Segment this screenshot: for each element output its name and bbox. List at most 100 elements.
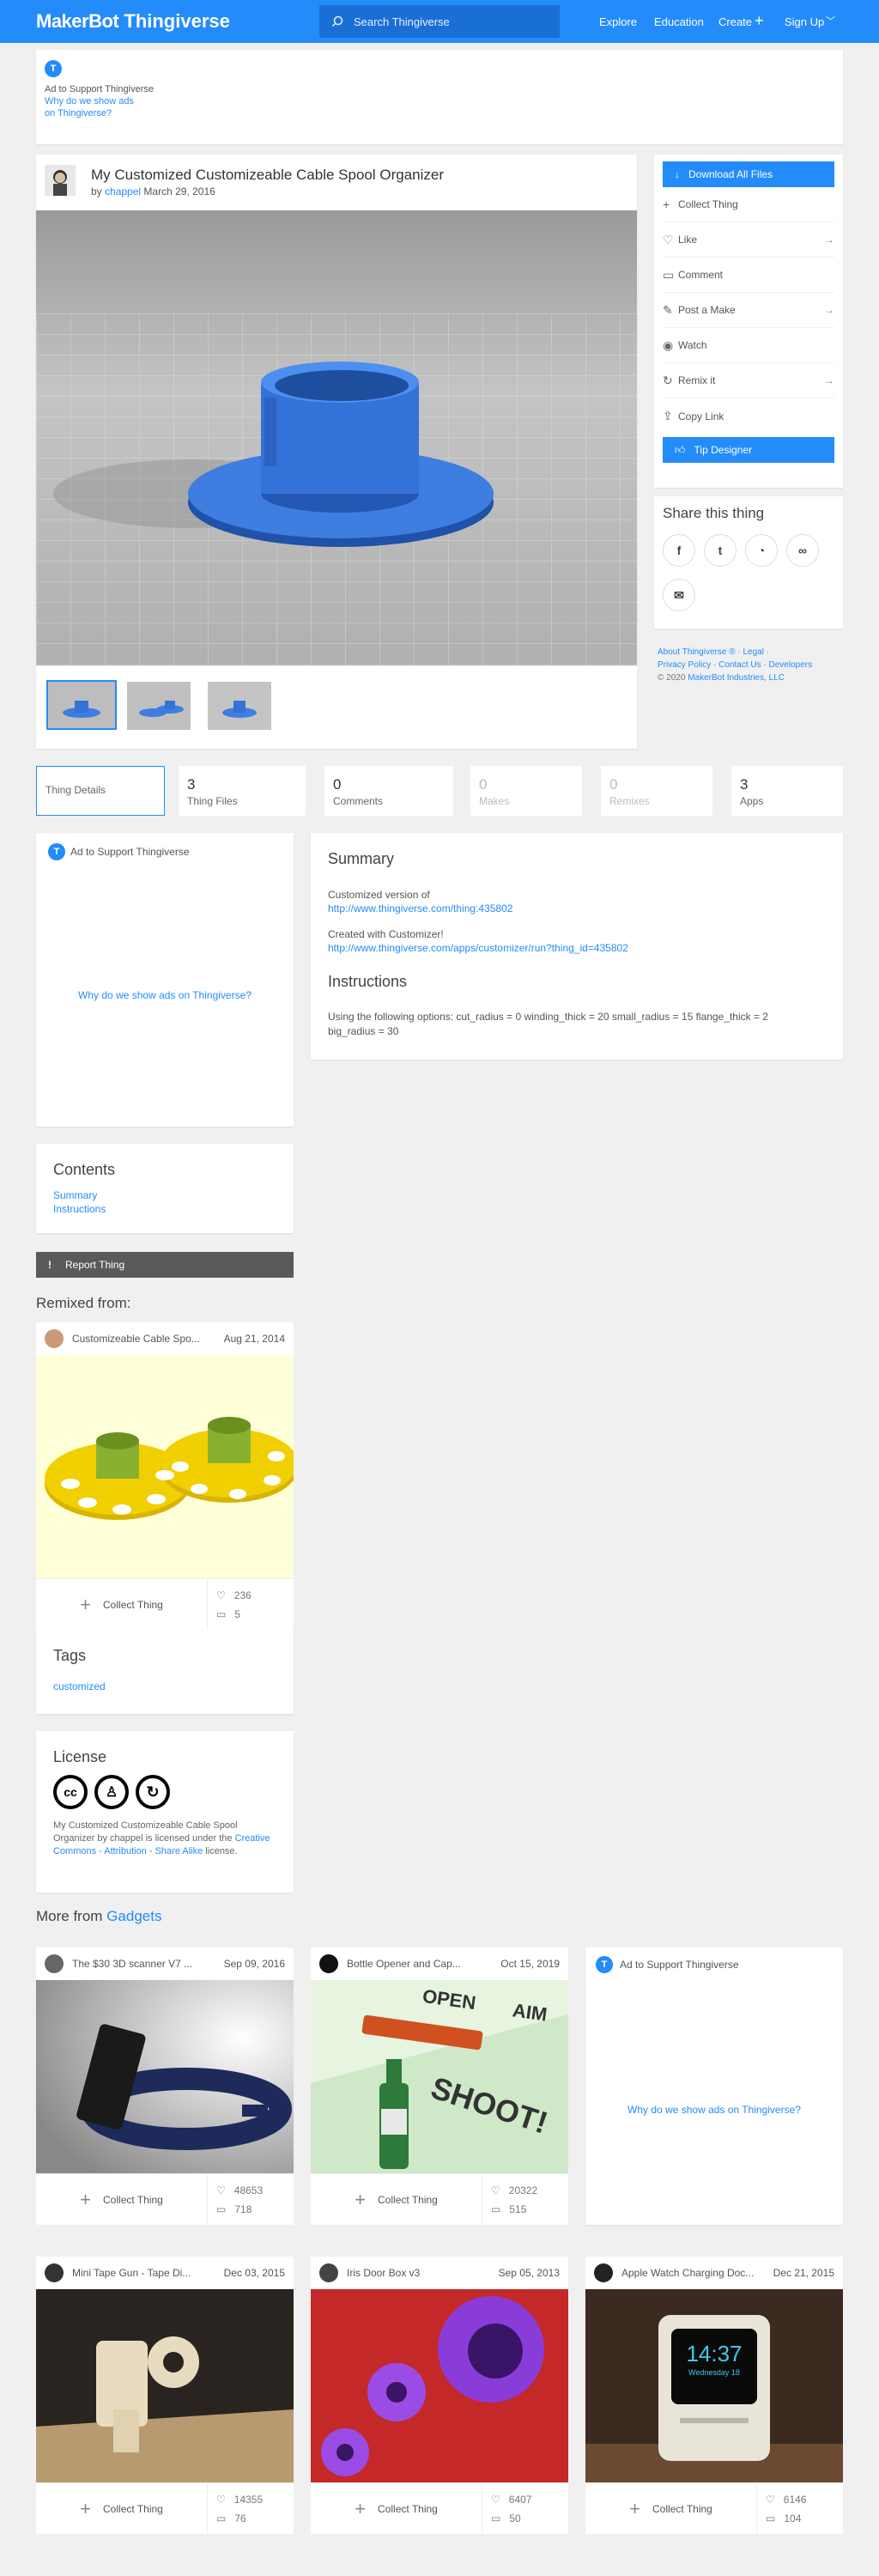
thing-main-image[interactable] xyxy=(36,210,637,665)
card-title[interactable]: Bottle Opener and Cap... xyxy=(347,1958,494,1970)
privacy-link[interactable]: Privacy Policy xyxy=(658,660,711,670)
card-image[interactable]: OPEN AIM SHOOT! xyxy=(311,1980,568,2173)
thing-card[interactable]: Iris Door Box v3 Sep 05, 2013 + Collect Th… xyxy=(311,2257,568,2534)
nav-create[interactable]: Create xyxy=(718,15,752,28)
collect-thing-button[interactable]: + Collect Thing xyxy=(36,2483,208,2534)
thumbnail-2[interactable] xyxy=(127,682,191,730)
ad-why-link[interactable]: Why do we show ads on Thingiverse? xyxy=(36,989,294,1001)
heart-icon[interactable]: ♡ xyxy=(491,2494,500,2506)
nav-explore[interactable]: Explore xyxy=(599,15,637,28)
thing-card[interactable]: Bottle Opener and Cap... Oct 15, 2019 OPE… xyxy=(311,1947,568,2225)
category-link[interactable]: Gadgets xyxy=(106,1908,161,1924)
creator-avatar[interactable] xyxy=(319,1954,338,1973)
card-title[interactable]: Apple Watch Charging Doc... xyxy=(621,2267,767,2279)
thing-card[interactable]: The $30 3D scanner V7 ... Sep 09, 2016 + C… xyxy=(36,1947,294,2225)
email-icon[interactable]: ✉ xyxy=(663,579,695,611)
plus-icon: + xyxy=(355,2497,367,2519)
collect-thing-button[interactable]: + Collect Thing xyxy=(585,2483,757,2534)
like-button[interactable]: ♡ Like → xyxy=(663,222,834,258)
post-make-button[interactable]: ✎ Post a Make → xyxy=(663,293,834,328)
comment-icon[interactable]: ▭ xyxy=(766,2512,775,2524)
nav-sign-up[interactable]: Sign Up xyxy=(785,15,824,28)
collect-thing-button[interactable]: + Collect Thing xyxy=(36,2174,208,2225)
remix-button[interactable]: ↻ Remix it → xyxy=(663,363,834,398)
tab-comments[interactable]: 0 Comments xyxy=(324,766,453,816)
link-icon[interactable]: ∞ xyxy=(786,534,819,567)
create-plus-icon[interactable]: + xyxy=(755,12,764,30)
summary-link-2[interactable]: http://www.thingiverse.com/apps/customiz… xyxy=(328,942,826,954)
watch-button[interactable]: ◉ Watch xyxy=(663,328,834,363)
developers-link[interactable]: Developers xyxy=(769,660,813,670)
nav-education[interactable]: Education xyxy=(654,15,704,28)
company-link[interactable]: MakerBot Industries, LLC xyxy=(688,673,785,683)
creator-avatar[interactable] xyxy=(45,2263,64,2282)
tab-makes[interactable]: 0 Makes xyxy=(470,766,582,816)
legal-link[interactable]: Legal xyxy=(743,647,763,657)
copy-link-button[interactable]: ⇪ Copy Link xyxy=(663,398,834,434)
comment-button[interactable]: ▭ Comment xyxy=(663,258,834,293)
contents-link-summary[interactable]: Summary xyxy=(53,1189,276,1201)
heart-icon[interactable]: ♡ xyxy=(766,2494,775,2506)
contact-link[interactable]: Contact Us xyxy=(718,660,761,670)
twitter-icon[interactable]: t xyxy=(704,534,737,567)
summary-link-1[interactable]: http://www.thingiverse.com/thing:435802 xyxy=(328,902,826,914)
thumbnail-3[interactable] xyxy=(208,682,271,730)
card-title[interactable]: Iris Door Box v3 xyxy=(347,2267,492,2279)
ad-why-link[interactable]: Why do we show ads on Thingiverse? xyxy=(585,2104,843,2116)
collect-thing-button[interactable]: + Collect Thing xyxy=(663,187,834,222)
about-link[interactable]: About Thingiverse ® xyxy=(658,647,736,657)
card-image[interactable] xyxy=(311,2289,568,2482)
heart-icon[interactable]: ♡ xyxy=(216,2494,226,2506)
tip-designer-button[interactable]: 👍︎ Tip Designer xyxy=(663,437,834,463)
comment-icon[interactable]: ▭ xyxy=(491,2203,500,2215)
attribution-icon[interactable]: ♙ xyxy=(94,1775,129,1809)
card-image[interactable] xyxy=(36,1980,294,2173)
author-avatar[interactable] xyxy=(45,165,76,196)
collect-thing-button[interactable]: + Collect Thing xyxy=(311,2483,482,2534)
thing-card[interactable]: Apple Watch Charging Doc... Dec 21, 2015 … xyxy=(585,2257,843,2534)
creator-avatar[interactable] xyxy=(319,2263,338,2282)
ad-why-link-2[interactable]: on Thingiverse? xyxy=(45,108,112,118)
heart-icon[interactable]: ♡ xyxy=(216,1589,226,1601)
contents-link-instructions[interactable]: Instructions xyxy=(53,1203,276,1215)
card-image[interactable]: 14:37 Wednesday 18 xyxy=(585,2289,843,2482)
card-image[interactable] xyxy=(36,2289,294,2482)
cc-icon[interactable]: cc xyxy=(53,1775,88,1809)
facebook-icon[interactable]: f xyxy=(663,534,695,567)
creator-avatar[interactable] xyxy=(594,2263,613,2282)
tab-remixes[interactable]: 0 Remixes xyxy=(601,766,712,816)
tab-thing-files[interactable]: 3 Thing Files xyxy=(179,766,306,816)
tab-apps[interactable]: 3 Apps xyxy=(731,766,843,816)
author-link[interactable]: chappel xyxy=(105,185,141,197)
comment-icon[interactable]: ▭ xyxy=(491,2512,500,2524)
card-title[interactable]: Customizeable Cable Spo... xyxy=(72,1333,217,1345)
creator-avatar[interactable] xyxy=(45,1954,64,1973)
comment-icon[interactable]: ▭ xyxy=(216,1608,226,1620)
search-input[interactable]: Search Thingiverse xyxy=(319,5,560,38)
whatsapp-icon[interactable]: ◔ xyxy=(745,534,778,567)
card-title[interactable]: Mini Tape Gun - Tape Di... xyxy=(72,2267,217,2279)
share-alike-icon[interactable]: ↻ xyxy=(136,1775,170,1809)
creator-avatar[interactable] xyxy=(45,1329,64,1348)
thingiverse-logo[interactable]: MakerBot Thingiverse xyxy=(36,10,230,33)
download-all-button[interactable]: ↓ Download All Files xyxy=(663,161,834,187)
comment-icon[interactable]: ▭ xyxy=(216,2203,226,2215)
card-stats: ♡ 236 ▭ 5 xyxy=(208,1579,294,1630)
thing-card[interactable]: Mini Tape Gun - Tape Di... Dec 03, 2015 +… xyxy=(36,2257,294,2534)
comment-icon[interactable]: ▭ xyxy=(216,2512,226,2524)
thumbnail-1[interactable] xyxy=(46,680,117,730)
remixed-from-card[interactable]: Customizeable Cable Spo... Aug 21, 2014 +… xyxy=(36,1322,294,1630)
card-title[interactable]: The $30 3D scanner V7 ... xyxy=(72,1958,217,1970)
collect-label: Collect Thing xyxy=(378,2193,438,2206)
card-image[interactable] xyxy=(36,1355,294,1578)
heart-icon[interactable]: ♡ xyxy=(216,2184,226,2196)
ad-why-link-1[interactable]: Why do we show ads xyxy=(45,96,134,106)
tab-thing-details[interactable]: Thing Details xyxy=(36,766,165,816)
heart-icon[interactable]: ♡ xyxy=(491,2184,500,2196)
report-thing-button[interactable]: ! Report Thing xyxy=(36,1252,294,1278)
tag-link[interactable]: customized xyxy=(53,1680,276,1692)
collect-thing-button[interactable]: + Collect Thing xyxy=(36,1579,208,1630)
collect-thing-button[interactable]: + Collect Thing xyxy=(311,2174,482,2225)
summary-line-1: Customized version of xyxy=(328,889,430,901)
chevron-down-icon[interactable]: ﹀ xyxy=(826,14,835,27)
